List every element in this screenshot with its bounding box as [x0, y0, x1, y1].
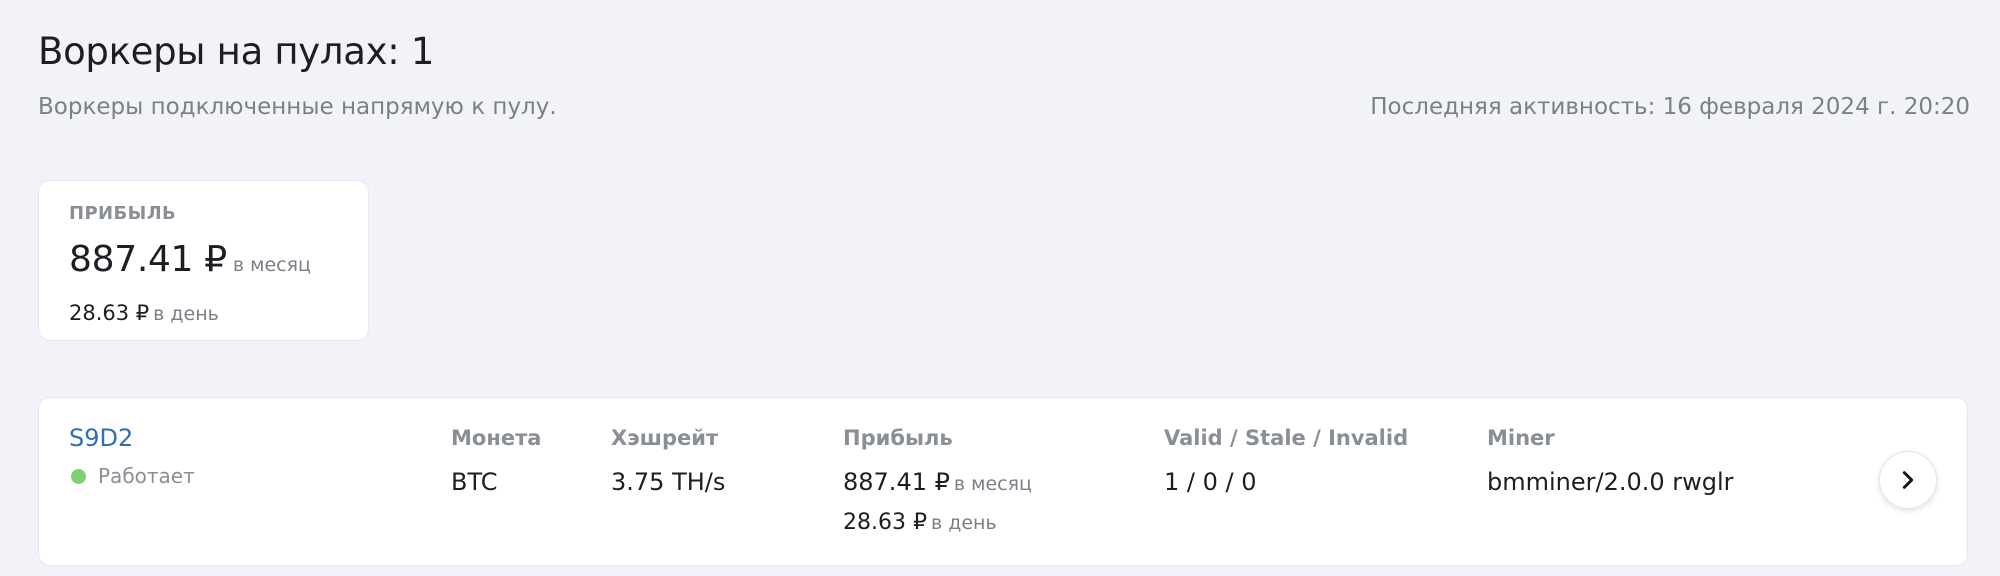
open-worker-button[interactable] — [1879, 451, 1937, 509]
status-dot-icon — [71, 468, 86, 484]
profit-card-label: ПРИБЫЛЬ — [69, 203, 177, 224]
page-title: Воркеры на пулах: 1 — [38, 30, 435, 73]
page-subtitle: Воркеры подключенные напрямую к пулу. — [38, 94, 557, 120]
profit-daily: 28.63 ₽ в день — [69, 301, 219, 325]
miner-column: Miner bmminer/2.0.0 rwglr — [1487, 426, 1734, 496]
coin-header: Монета — [451, 426, 542, 450]
profit-header: Прибыль — [843, 426, 953, 450]
hashrate-column: Хэшрейт 3.75 TH/s — [611, 426, 725, 496]
profit-monthly-value: 887.41 ₽ — [69, 239, 227, 280]
worker-profit-monthly-value: 887.41 ₽ — [843, 468, 950, 496]
worker-profit-monthly-unit: в месяц — [953, 473, 1032, 495]
shares-header: Valid / Stale / Invalid — [1164, 426, 1409, 450]
page: Воркеры на пулах: 1 Воркеры подключенные… — [0, 0, 2000, 576]
worker-profit-daily: 28.63 ₽ в день — [843, 510, 1032, 535]
profit-monthly-unit: в месяц — [232, 254, 311, 276]
coin-value: BTC — [451, 468, 498, 496]
profit-summary-card: ПРИБЫЛЬ 887.41 ₽ в месяц 28.63 ₽ в день — [38, 180, 369, 341]
last-activity: Последняя активность: 16 февраля 2024 г.… — [1370, 94, 1970, 120]
profit-monthly: 887.41 ₽ в месяц — [69, 239, 311, 280]
worker-row[interactable]: S9D2 Работает Монета BTC Хэшрейт 3.75 TH… — [38, 397, 1968, 566]
worker-status-label: Работает — [98, 464, 195, 488]
profit-daily-unit: в день — [153, 303, 219, 325]
chevron-right-icon — [1902, 471, 1914, 489]
hashrate-header: Хэшрейт — [611, 426, 719, 450]
miner-value: bmminer/2.0.0 rwglr — [1487, 468, 1734, 496]
worker-profit-monthly: 887.41 ₽ в месяц — [843, 468, 1032, 496]
worker-profit-daily-unit: в день — [930, 512, 997, 534]
coin-column: Монета BTC — [451, 426, 541, 496]
profit-daily-value: 28.63 ₽ — [69, 301, 150, 325]
hashrate-value: 3.75 TH/s — [611, 468, 726, 496]
worker-status: Работает — [71, 464, 195, 488]
shares-column: Valid / Stale / Invalid 1 / 0 / 0 — [1164, 426, 1408, 496]
worker-profit-daily-value: 28.63 ₽ — [843, 510, 927, 535]
worker-name-link[interactable]: S9D2 — [69, 424, 133, 452]
shares-value: 1 / 0 / 0 — [1164, 468, 1257, 496]
miner-header: Miner — [1487, 426, 1555, 450]
profit-column: Прибыль 887.41 ₽ в месяц 28.63 ₽ в день — [843, 426, 1032, 535]
